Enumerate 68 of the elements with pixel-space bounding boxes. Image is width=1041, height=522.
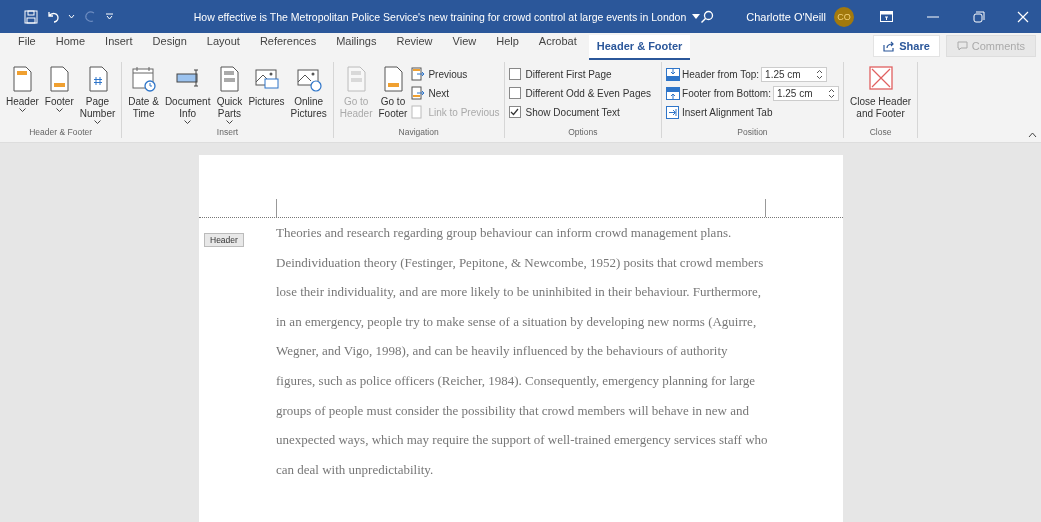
checkbox[interactable]	[508, 68, 521, 80]
ribbon-button[interactable]: Quick Parts	[214, 64, 245, 125]
ribbon-tab[interactable]: Header & Footer	[588, 35, 691, 60]
caret-icon[interactable]	[692, 14, 701, 19]
document-paragraph: Theories and research regarding group behaviour can inform crowd management plans. Deindividuation theory (Festinger, Pepitone, & Newcombe, 1952) posits that crowd members lose their individuality, and are more likely to be uninhibited in their behaviour. Furthermore, in an emergency, people try to make sense of a situation by developing new norms (Aguirre, Wegner, and Vigo, 1998), and can be heavily influenced by the behaviours of authority figures, such as police officers (Reicher, 1984). Consequently, emergency planning for large groups of people must consider the possibility that crowd members will behave in new and unexpected ways, which may require the support of well-trained emergency services staff who can deal with unpredictability.	[276, 224, 768, 479]
ribbon-tab[interactable]: Review	[388, 35, 441, 60]
share-button[interactable]: Share	[873, 35, 940, 57]
comment-icon	[956, 41, 968, 51]
ribbon-tab[interactable]: References	[251, 35, 325, 60]
ribbon-button[interactable]: Document Info	[162, 64, 213, 125]
user-name[interactable]: Charlotte O'Neill	[746, 10, 826, 23]
checkbox[interactable]	[508, 106, 521, 118]
arrow-page-icon	[411, 67, 426, 81]
caret-icon[interactable]	[68, 14, 75, 19]
group-label: Header & Footer	[28, 127, 94, 138]
spin-label: Footer from Bottom:	[682, 87, 771, 99]
calendar-clock-icon	[130, 65, 157, 93]
option-checkbox[interactable]: Different Odd & Even Pages	[508, 85, 658, 101]
ribbon-button[interactable]: Footer	[42, 64, 76, 113]
ribbon-button[interactable]: Close Header and Footer	[847, 64, 914, 121]
group-label: Navigation	[397, 127, 440, 138]
ribbon-display-icon[interactable]	[880, 11, 893, 22]
group-label: Close	[868, 127, 893, 138]
ribbon-button[interactable]: Header	[4, 64, 41, 113]
footer-position-icon	[666, 86, 681, 100]
group-label: Position	[736, 127, 769, 138]
collapse-ribbon-icon[interactable]	[1028, 132, 1037, 138]
restore-icon[interactable]	[973, 10, 985, 23]
search-icon[interactable]	[700, 9, 715, 24]
ribbon-tab[interactable]: File	[10, 35, 44, 60]
spinner-arrows-icon	[816, 68, 824, 80]
ribbon-tab[interactable]: Insert	[97, 35, 141, 60]
checkbox[interactable]	[508, 87, 521, 99]
ribbon-tab[interactable]: Design	[144, 35, 195, 60]
spinner-arrows-icon	[827, 87, 835, 99]
ribbon-tab[interactable]: Mailings	[328, 35, 385, 60]
group-label: Insert	[215, 127, 240, 138]
ribbon-button[interactable]: Date & Time	[126, 64, 161, 121]
header-tag: Header	[204, 233, 244, 247]
ribbon-button[interactable]: Next	[411, 85, 500, 101]
ribbon-tab[interactable]: Acrobat	[530, 35, 585, 60]
ribbon-button[interactable]: Page Number	[77, 64, 118, 125]
ribbon-tab[interactable]: View	[444, 35, 485, 60]
ribbon-button[interactable]: Online Pictures	[288, 64, 329, 121]
spin-field[interactable]: 1.25 cm	[772, 85, 839, 101]
customize-icon[interactable]	[105, 12, 114, 21]
ribbon-tab[interactable]: Home	[47, 35, 94, 60]
minimize-icon[interactable]	[927, 15, 939, 18]
option-checkbox[interactable]: Show Document Text	[508, 104, 658, 120]
close-icon[interactable]	[1017, 10, 1029, 23]
ribbon-button[interactable]: Previous	[411, 66, 500, 82]
ribbon-button[interactable]: Go to Footer	[376, 64, 410, 121]
spin-label: Header from Top:	[682, 68, 760, 80]
option-checkbox[interactable]: Different First Page	[508, 66, 658, 82]
ribbon-button[interactable]: Insert Alignment Tab	[666, 104, 839, 120]
ribbon-tab[interactable]: Help	[488, 35, 527, 60]
arrow-page-icon	[411, 86, 426, 100]
header-position-icon	[666, 67, 681, 81]
share-icon	[883, 40, 896, 52]
document-title: How effective is The Metropolitan Police Service's new training for crowd control at large events in London	[193, 10, 687, 23]
spin-field[interactable]: 1.25 cm	[761, 66, 828, 82]
ribbon-tab[interactable]: Layout	[198, 35, 248, 60]
close-icon	[867, 65, 894, 93]
alignment-tab-icon	[666, 105, 680, 119]
group-label: Options	[567, 127, 599, 138]
undo-icon[interactable]	[46, 9, 60, 24]
ribbon-button[interactable]: Pictures	[246, 64, 287, 109]
save-icon[interactable]	[24, 9, 38, 24]
